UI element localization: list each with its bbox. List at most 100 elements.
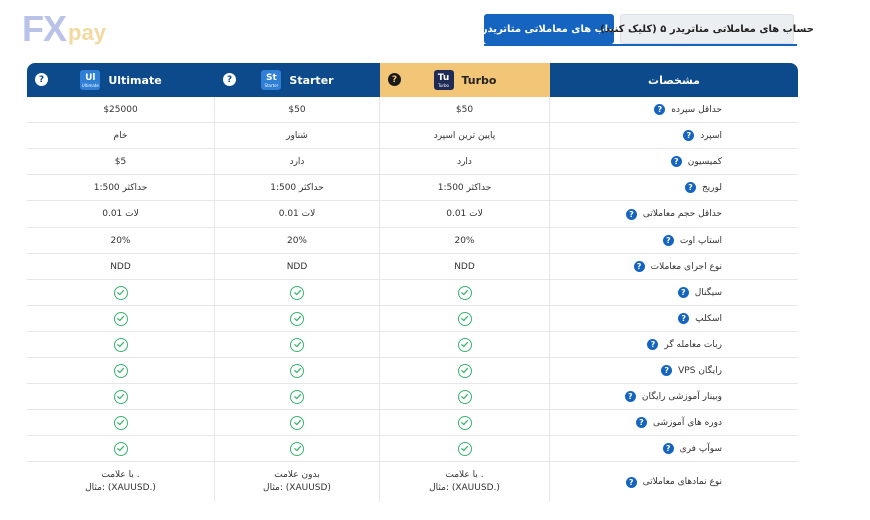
spec-label: ربات معامله گر xyxy=(664,339,722,350)
cell-line: با علامت . xyxy=(101,470,140,480)
cell-ultimate: NDD xyxy=(27,254,215,279)
question-circle-icon[interactable]: ? xyxy=(684,182,696,193)
spec-label: لوریج xyxy=(701,182,722,193)
question-circle-icon[interactable]: ? xyxy=(35,73,48,86)
cell-turbo: دارد xyxy=(380,149,550,174)
check-circle-icon xyxy=(290,363,304,378)
cell-spec: ? حداقل سپرده xyxy=(550,97,798,122)
cell-ultimate: $25000 xyxy=(27,97,215,122)
question-circle-icon[interactable]: ? xyxy=(670,156,682,167)
question-circle-icon[interactable]: ? xyxy=(223,73,236,86)
spec-label: نوع نمادهای معاملاتی xyxy=(642,477,722,487)
spec-label: وبینار آموزشی رایگان xyxy=(641,391,722,402)
badge-subtext: Turbo xyxy=(437,82,449,88)
question-circle-icon[interactable]: ? xyxy=(654,104,666,115)
cell-ultimate: خام xyxy=(27,123,215,148)
table-row: $25000 $50 $50? حداقل سپرده xyxy=(27,97,798,123)
turbo-badge-icon: Tu Turbo xyxy=(433,70,454,90)
check-circle-icon xyxy=(290,311,304,326)
question-circle-icon[interactable]: ? xyxy=(625,476,637,488)
cell-value: 0.01 لات xyxy=(446,209,483,219)
tab-mt4[interactable]: حساب های معاملاتی متاتریدر ۴ xyxy=(472,14,626,44)
badge-text: Ul xyxy=(85,72,96,83)
cell-turbo xyxy=(380,436,550,461)
cell-spec: ? نوع اجرای معاملات xyxy=(550,254,798,279)
cell-starter xyxy=(215,436,380,461)
check-circle-icon xyxy=(290,285,304,300)
cell-value: $25000 xyxy=(103,104,138,115)
cell-starter: 20% xyxy=(215,228,380,253)
header-turbo-label: Turbo xyxy=(461,73,497,87)
question-circle-icon[interactable]: ? xyxy=(388,73,401,86)
header-turbo: ? Tu Turbo Turbo xyxy=(380,63,550,97)
cell-ultimate xyxy=(27,280,215,305)
question-circle-icon[interactable]: ? xyxy=(662,235,674,246)
cell-starter: دارد xyxy=(215,149,380,174)
cell-spec: ? وبینار آموزشی رایگان xyxy=(550,384,798,409)
account-tabs: حساب های معاملاتی متاتریدر ۴ حساب های مع… xyxy=(472,14,814,44)
cell-turbo xyxy=(380,358,550,383)
badge-text: St xyxy=(266,72,277,83)
spec-label: اسپرد xyxy=(700,130,722,141)
spec-label: اسکلپ xyxy=(695,313,722,324)
question-circle-icon[interactable]: ? xyxy=(677,287,689,298)
table-row: ? وبینار آموزشی رایگان xyxy=(27,384,798,410)
check-circle-icon xyxy=(113,337,128,352)
check-circle-icon xyxy=(457,441,472,456)
question-circle-icon[interactable]: ? xyxy=(624,391,636,402)
cell-turbo: $50 xyxy=(380,97,550,122)
cell-ultimate xyxy=(27,384,215,409)
table-row: حداکثر 1:500 حداکثر 1:500 حداکثر 1:500? لور… xyxy=(27,175,798,201)
table-row: ? سوآپ فری xyxy=(27,436,798,462)
cell-starter: $50 xyxy=(215,97,380,122)
check-circle-icon xyxy=(457,363,472,378)
check-circle-icon xyxy=(457,337,472,352)
spec-label: سوآپ فری xyxy=(679,443,722,454)
cell-starter xyxy=(215,410,380,435)
cell-spec: ? دوره های آموزشی xyxy=(550,410,798,435)
cell-spec: ? سوآپ فری xyxy=(550,436,798,461)
cell-spec: ? لوریج xyxy=(550,175,798,200)
cell-spec: ? استاپ اوت xyxy=(550,228,798,253)
fxpay-logo[interactable]: FX pay xyxy=(22,11,106,47)
check-circle-icon xyxy=(290,441,304,456)
cell-starter: NDD xyxy=(215,254,380,279)
check-circle-icon xyxy=(113,441,128,456)
question-circle-icon[interactable]: ? xyxy=(661,365,673,376)
cell-starter: بدون علامت مثال: (XAUUSD) xyxy=(215,462,380,502)
cell-ultimate xyxy=(27,358,215,383)
cell-starter: 0.01 لات xyxy=(215,201,380,227)
cell-spec: ? VPS رایگان xyxy=(550,358,798,383)
question-circle-icon[interactable]: ? xyxy=(683,130,695,141)
question-circle-icon[interactable]: ? xyxy=(633,261,645,272)
cell-ultimate: 20% xyxy=(27,228,215,253)
table-body: $25000 $50 $50? حداقل سپرده خام شناور پایین تر… xyxy=(27,97,798,502)
check-circle-icon xyxy=(457,285,472,300)
tab-mt5[interactable]: حساب های معاملاتی متاتریدر ۵ (کلیک کنید) xyxy=(600,14,814,44)
cell-ultimate xyxy=(27,436,215,461)
badge-subtext: Starter xyxy=(264,82,279,88)
question-circle-icon[interactable]: ? xyxy=(678,313,690,324)
cell-turbo xyxy=(380,384,550,409)
check-circle-icon xyxy=(457,389,472,404)
cell-value: 20% xyxy=(286,235,307,246)
question-circle-icon[interactable]: ? xyxy=(647,339,659,350)
cell-line: بدون علامت xyxy=(274,470,320,480)
question-circle-icon[interactable]: ? xyxy=(625,208,637,220)
question-circle-icon[interactable]: ? xyxy=(662,443,674,454)
table-row: 20% 20% 20%? استاپ اوت xyxy=(27,228,798,254)
cell-spec: ? ربات معامله گر xyxy=(550,332,798,357)
spec-label: استاپ اوت xyxy=(679,235,722,246)
check-circle-icon xyxy=(113,389,128,404)
table-row-symbol-type: با علامت . مثال: (XAUUSD.) بدون علامت مثال:… xyxy=(27,462,798,502)
question-circle-icon[interactable]: ? xyxy=(635,417,647,428)
starter-badge-icon: St Starter xyxy=(261,70,282,90)
check-circle-icon xyxy=(457,415,472,430)
check-circle-icon xyxy=(290,337,304,352)
tab-underline xyxy=(484,44,797,46)
badge-subtext: Ultimate xyxy=(81,82,99,88)
check-circle-icon xyxy=(113,415,128,430)
spec-label: دوره های آموزشی xyxy=(652,417,722,428)
cell-value: $50 xyxy=(288,104,306,115)
cell-value: NDD xyxy=(110,261,131,272)
